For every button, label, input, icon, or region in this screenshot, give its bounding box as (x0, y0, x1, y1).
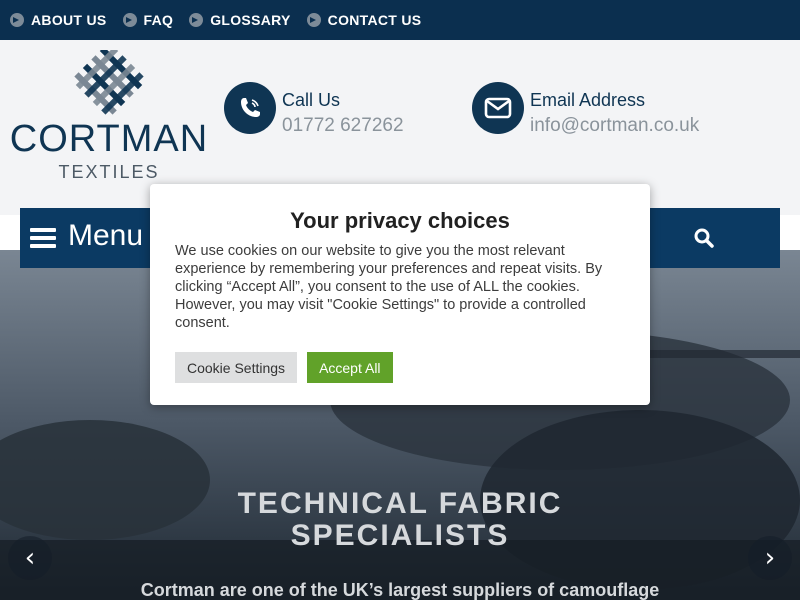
accept-all-button[interactable]: Accept All (307, 352, 393, 383)
cookie-dialog-title: Your privacy choices (290, 208, 510, 233)
cookie-overlay: Your privacy choices We use cookies on o… (0, 0, 800, 600)
cookie-dialog-buttons: Cookie Settings Accept All (175, 352, 625, 383)
cookie-dialog-body: We use cookies on our website to give yo… (175, 243, 603, 331)
cookie-consent-dialog: Your privacy choices We use cookies on o… (150, 184, 650, 405)
cookie-settings-button[interactable]: Cookie Settings (175, 352, 298, 383)
